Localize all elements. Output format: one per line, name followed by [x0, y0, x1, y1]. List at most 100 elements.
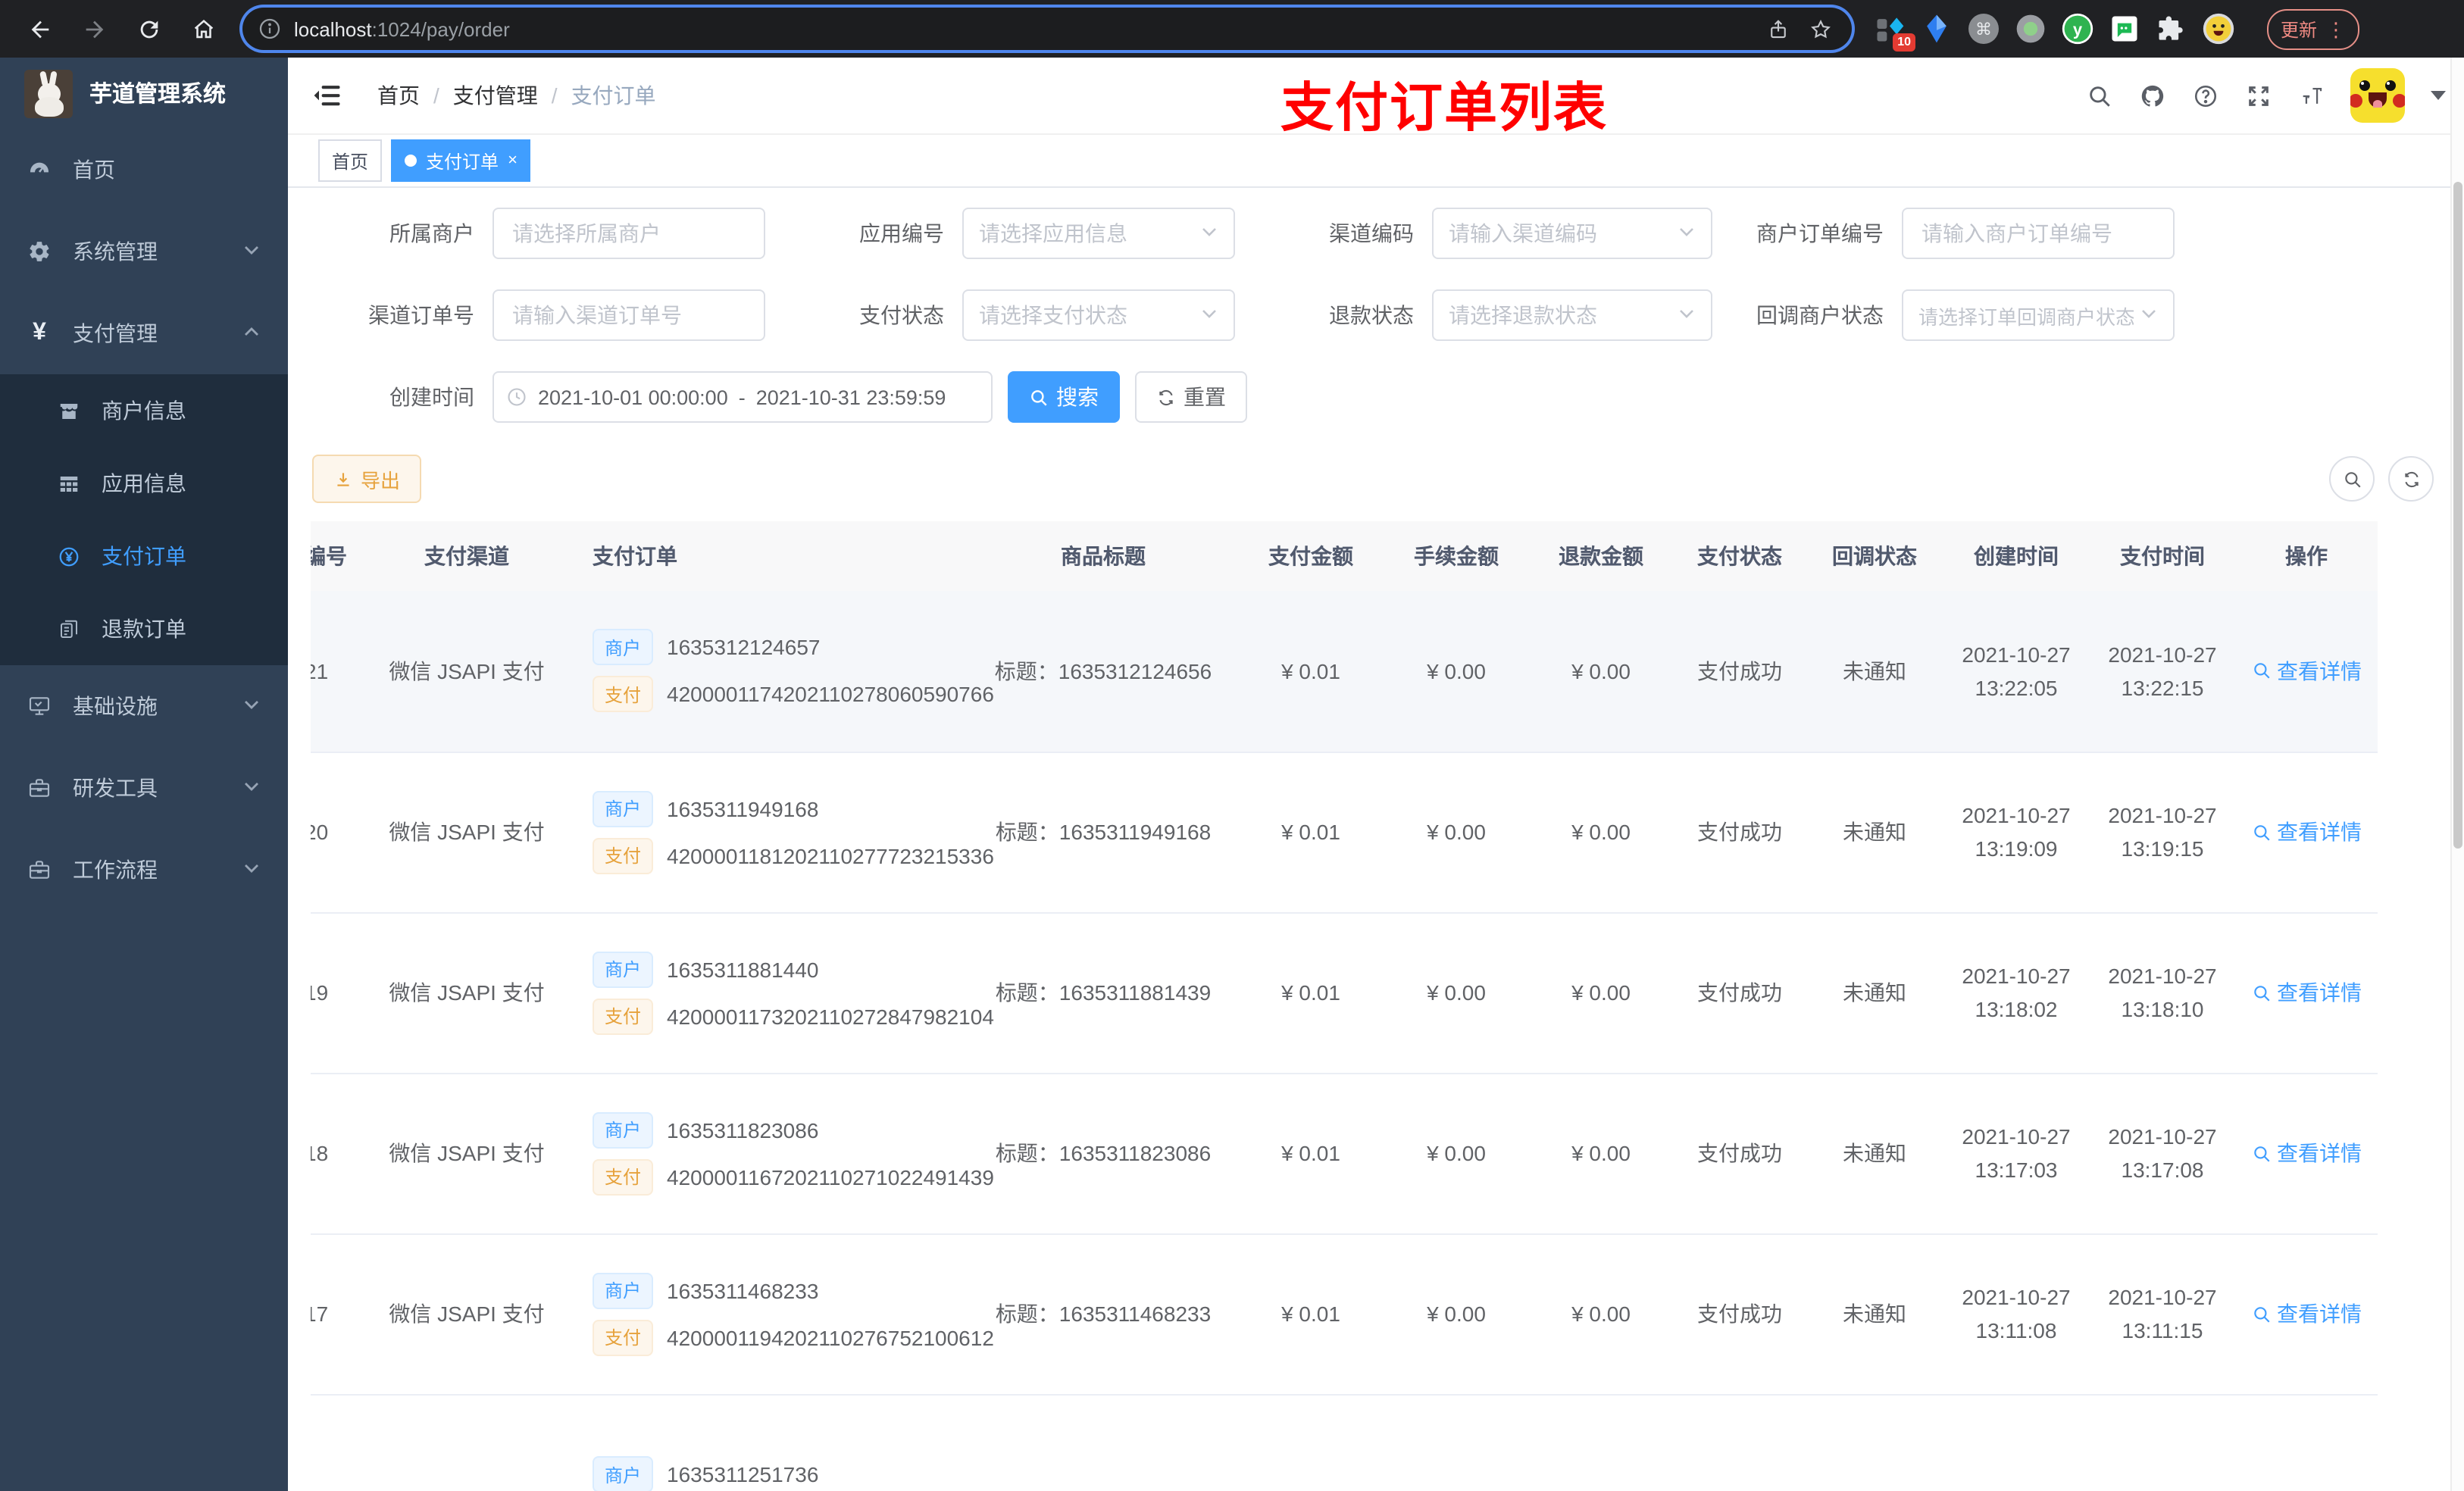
callback-status-filter-select[interactable]: 请选择订单回调商户状态 — [1902, 289, 2175, 341]
refund-status-filter-label: 退款状态 — [1329, 303, 1414, 327]
font-size-icon[interactable] — [2297, 82, 2325, 109]
browser-reload-button[interactable] — [129, 9, 168, 48]
search-icon[interactable] — [2085, 82, 2112, 109]
help-icon[interactable] — [2191, 82, 2219, 109]
browser-home-button[interactable] — [183, 9, 223, 48]
merchant-filter-input[interactable] — [492, 208, 765, 259]
reset-button[interactable]: 重置 — [1135, 371, 1247, 423]
merchant-order-filter-input[interactable] — [1902, 208, 2175, 259]
active-tab-dot — [405, 155, 417, 167]
recorder-extension-icon[interactable] — [2014, 12, 2047, 45]
browser-update-button[interactable]: 更新 ⋮ — [2267, 8, 2360, 49]
browser-forward-button[interactable] — [74, 9, 114, 48]
merchant-tag: 商户 — [593, 1272, 654, 1308]
monitor-icon — [27, 694, 52, 718]
chevron-down-icon — [1678, 221, 1696, 245]
col-pay-time: 支付时间 — [2090, 521, 2235, 591]
toolbox-icon — [27, 776, 52, 800]
sidebar-item-app-info[interactable]: 应用信息 — [0, 447, 288, 520]
browser-menu-icon[interactable]: ⋮ — [2326, 19, 2346, 39]
address-bar[interactable]: localhost:1024/pay/order — [242, 8, 1852, 50]
command-extension-icon[interactable]: ⌘ — [1967, 12, 2000, 45]
view-detail-link[interactable]: 查看详情 — [2251, 817, 2362, 847]
sidebar-item-home[interactable]: 首页 — [0, 129, 288, 211]
sidebar: 芋道管理系统 首页 系统管理 ¥ 支付管理 商户信息 应用信息 支付订单 退款订… — [0, 58, 288, 1491]
refresh-button[interactable] — [2388, 456, 2434, 502]
table-row[interactable]: 17 微信 JSAPI 支付 商户1635311468233 支付4200001… — [311, 1233, 2378, 1395]
pay-tag: 支付 — [593, 1319, 654, 1355]
table-row[interactable]: 20 微信 JSAPI 支付 商户1635311949168 支付4200001… — [311, 752, 2378, 913]
pay-tag: 支付 — [593, 998, 654, 1034]
breadcrumb: 首页 / 支付管理 / 支付订单 — [377, 80, 656, 111]
col-amount: 支付金额 — [1238, 521, 1384, 591]
view-detail-link[interactable]: 查看详情 — [2251, 656, 2362, 686]
col-actions: 操作 — [2235, 521, 2378, 591]
y-extension-icon[interactable]: y — [2061, 12, 2094, 45]
browser-back-button[interactable] — [20, 9, 59, 48]
scrollbar-thumb[interactable] — [2453, 182, 2462, 849]
sidebar-item-system[interactable]: 系统管理 — [0, 211, 288, 292]
create-time-filter-label: 创建时间 — [389, 385, 474, 409]
refund-status-filter-select[interactable]: 请选择退款状态 — [1432, 289, 1712, 341]
create-time-range-picker[interactable]: 2021-10-01 00:00:00 - 2021-10-31 23:59:5… — [492, 371, 993, 423]
search-button[interactable]: 搜索 — [1008, 371, 1120, 423]
sidebar-item-dev-tools[interactable]: 研发工具 — [0, 747, 288, 829]
channel-code-filter-select[interactable]: 请输入渠道编码 — [1432, 208, 1712, 259]
channel-code-filter-label: 渠道编码 — [1329, 221, 1414, 245]
user-avatar[interactable] — [2350, 68, 2405, 123]
fullscreen-icon[interactable] — [2244, 82, 2272, 109]
github-icon[interactable] — [2138, 82, 2165, 109]
pay-status-filter-select[interactable]: 请选择支付状态 — [962, 289, 1235, 341]
sidebar-item-workflow[interactable]: 工作流程 — [0, 829, 288, 911]
view-detail-link[interactable]: 查看详情 — [2251, 977, 2362, 1008]
col-title: 商品标题 — [968, 521, 1238, 591]
pay-tag: 支付 — [593, 676, 654, 713]
sidebar-item-refund-order[interactable]: 退款订单 — [0, 592, 288, 665]
main-area: 首页 / 支付管理 / 支付订单 支付订单列表 首页 支付订单 × 所属商户 请… — [288, 58, 2464, 1491]
sidebar-item-merchant-info[interactable]: 商户信息 — [0, 374, 288, 447]
share-icon[interactable] — [1761, 12, 1794, 45]
view-detail-link[interactable]: 查看详情 — [2251, 1138, 2362, 1168]
table-row[interactable]: 商户 1635311251736 — [311, 1394, 2378, 1491]
table-row[interactable]: 21 微信 JSAPI 支付 商户1635312124657 支付4200001… — [311, 591, 2378, 752]
tab-home[interactable]: 首页 — [318, 139, 383, 182]
profile-avatar-icon[interactable] — [2202, 12, 2235, 45]
orders-table-wrap: 编号 支付渠道 支付订单 商品标题 支付金额 手续金额 退款金额 支付状态 回调… — [311, 521, 2449, 1491]
close-tab-icon[interactable]: × — [508, 152, 518, 169]
filter-form: 所属商户 应用编号 请选择应用信息 渠道编码 — [288, 188, 2464, 423]
avatar-caret-icon[interactable] — [2431, 91, 2446, 100]
merchant-tag: 商户 — [593, 951, 654, 987]
breadcrumb-home[interactable]: 首页 — [377, 80, 420, 111]
tasks-extension-icon[interactable]: 10 — [1873, 12, 1915, 52]
app-filter-select[interactable]: 请选择应用信息 — [962, 208, 1235, 259]
pay-status-filter-label: 支付状态 — [859, 303, 944, 327]
kite-extension-icon[interactable] — [1920, 12, 1953, 45]
breadcrumb-pay-mgmt[interactable]: 支付管理 — [453, 80, 538, 111]
briefcase-icon — [27, 858, 52, 882]
chat-extension-icon[interactable] — [2108, 12, 2141, 45]
scrollbar-track[interactable] — [2450, 58, 2464, 1491]
export-button[interactable]: 导出 — [312, 455, 422, 503]
sidebar-item-infra[interactable]: 基础设施 — [0, 665, 288, 747]
site-info-icon[interactable] — [258, 17, 282, 41]
merchant-order-no: 1635311823086 — [667, 1117, 819, 1142]
col-pay-status: 支付状态 — [1673, 521, 1806, 591]
toggle-search-button[interactable] — [2329, 456, 2375, 502]
sidebar-item-payment[interactable]: ¥ 支付管理 — [0, 292, 288, 374]
collapse-sidebar-icon[interactable] — [311, 79, 344, 112]
table-row[interactable]: 18 微信 JSAPI 支付 商户1635311823086 支付4200001… — [311, 1073, 2378, 1234]
sidebar-item-pay-order[interactable]: 支付订单 — [0, 520, 288, 592]
extensions-puzzle-icon[interactable] — [2155, 12, 2188, 45]
extensions-area: 10 ⌘ y 更新 ⋮ — [1873, 8, 2360, 52]
chevron-down-icon — [1200, 221, 1218, 245]
tab-pay-order[interactable]: 支付订单 × — [391, 139, 531, 182]
chevron-up-icon — [242, 321, 261, 345]
col-channel: 支付渠道 — [377, 521, 556, 591]
channel-order-filter-input[interactable] — [492, 289, 765, 341]
bookmark-star-icon[interactable] — [1803, 12, 1837, 45]
svg-text:y: y — [2073, 20, 2083, 39]
table-row[interactable]: 19 微信 JSAPI 支付 商户1635311881440 支付4200001… — [311, 912, 2378, 1074]
col-callback-status: 回调状态 — [1806, 521, 1943, 591]
time-start-value: 2021-10-01 00:00:00 — [538, 386, 728, 408]
view-detail-link[interactable]: 查看详情 — [2251, 1299, 2362, 1329]
